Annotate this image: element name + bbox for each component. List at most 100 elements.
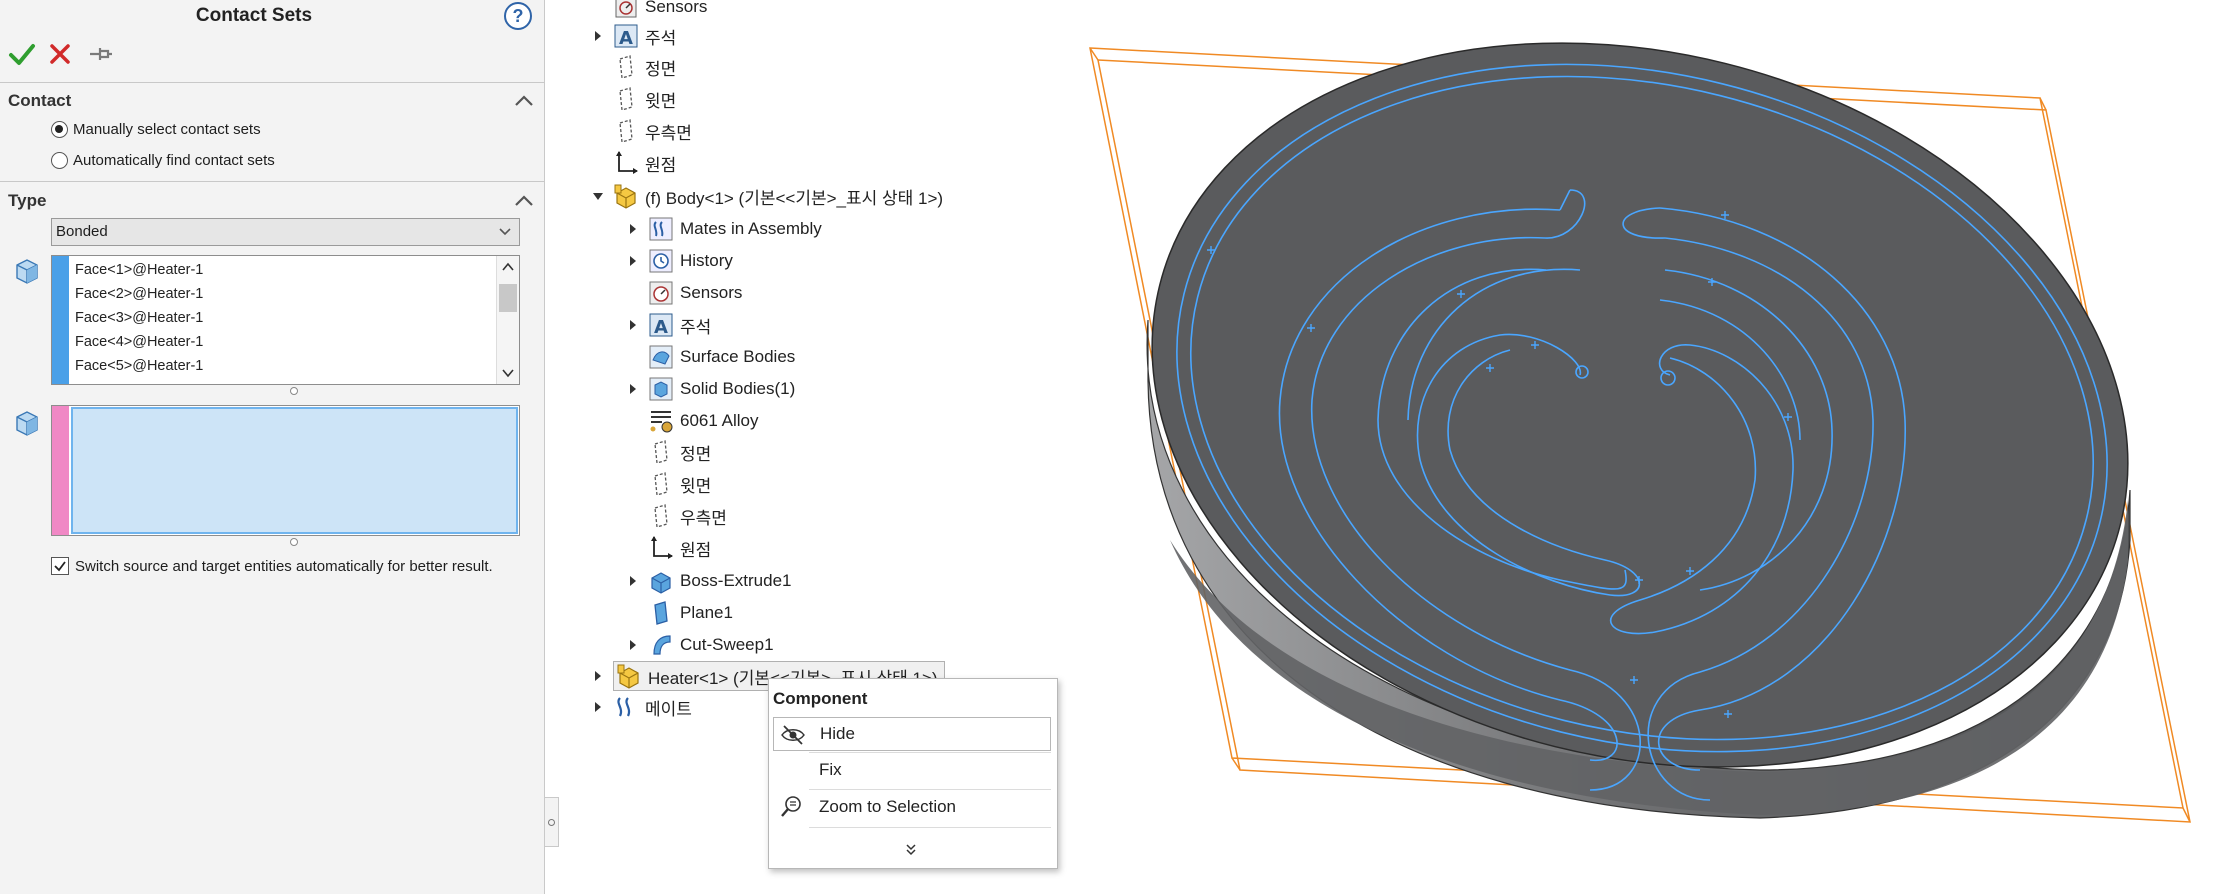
menu-item-zoom-to-selection[interactable]: Zoom to Selection bbox=[773, 790, 1051, 824]
plane-icon bbox=[654, 472, 668, 496]
tree-item-label: 우측면 bbox=[680, 508, 727, 528]
tree-item-plane1[interactable]: Plane1 bbox=[626, 598, 733, 628]
surface-bodies-icon bbox=[649, 345, 673, 369]
face-selection-icon bbox=[16, 411, 38, 436]
menu-item-fix[interactable]: Fix bbox=[773, 753, 1051, 787]
menu-item-label: Fix bbox=[819, 760, 842, 779]
tree-item-label: Cut-Sweep1 bbox=[680, 635, 774, 654]
set2-selection-field[interactable] bbox=[71, 407, 518, 534]
tree-item-top-plane[interactable]: 윗면 bbox=[591, 84, 676, 114]
list-item[interactable]: Face<4>@Heater-1 bbox=[75, 330, 203, 354]
sensors-icon bbox=[649, 281, 673, 305]
expand-arrow-icon[interactable] bbox=[591, 700, 605, 714]
radio-button[interactable] bbox=[51, 151, 68, 169]
radio-automatic[interactable]: Automatically find contact sets bbox=[51, 149, 275, 171]
tree-item-origin[interactable]: 원점 bbox=[591, 148, 676, 178]
tree-item-label: 원점 bbox=[680, 540, 712, 560]
menu-item-label: Zoom to Selection bbox=[819, 797, 957, 816]
expand-arrow-icon[interactable] bbox=[626, 254, 640, 268]
tree-item-front-plane[interactable]: 정면 bbox=[626, 437, 711, 467]
scroll-thumb[interactable] bbox=[499, 284, 517, 312]
tree-item-sensors[interactable]: Sensors bbox=[591, 0, 707, 22]
tree-item-label: History bbox=[680, 251, 733, 270]
tree-item-right-plane[interactable]: 우측면 bbox=[626, 501, 727, 531]
chevron-down-icon bbox=[499, 228, 511, 236]
scroll-up-icon[interactable] bbox=[502, 262, 514, 272]
menu-item-label: Hide bbox=[820, 724, 855, 743]
expand-arrow-icon[interactable] bbox=[626, 638, 640, 652]
tree-item-history[interactable]: History bbox=[626, 246, 733, 276]
list-item[interactable]: Face<2>@Heater-1 bbox=[75, 282, 203, 306]
radio-label: Manually select contact sets bbox=[73, 120, 261, 138]
tree-item-cut-sweep[interactable]: Cut-Sweep1 bbox=[626, 630, 774, 660]
tree-item-annotations[interactable]: A 주석 bbox=[591, 21, 676, 51]
plane-icon bbox=[619, 87, 633, 111]
radio-manual[interactable]: Manually select contact sets bbox=[51, 118, 261, 140]
tree-item-origin[interactable]: 원점 bbox=[626, 533, 711, 563]
tree-item-label: Sensors bbox=[680, 283, 743, 302]
collapse-caret-icon[interactable] bbox=[513, 94, 535, 108]
tree-item-top-plane[interactable]: 윗면 bbox=[626, 469, 711, 499]
tree-item-boss-extrude[interactable]: Boss-Extrude1 bbox=[626, 566, 792, 596]
solid-bodies-icon bbox=[649, 377, 673, 401]
cancel-x-icon[interactable] bbox=[46, 40, 74, 68]
expand-arrow-icon[interactable] bbox=[626, 382, 640, 396]
expand-arrow-icon[interactable] bbox=[591, 29, 605, 43]
set2-face-list[interactable] bbox=[51, 405, 520, 536]
list-item[interactable]: Face<5>@Heater-1 bbox=[75, 354, 203, 378]
tree-item-label: 메이트 bbox=[645, 699, 692, 719]
expand-arrow-icon[interactable] bbox=[626, 222, 640, 236]
mates-icon bbox=[649, 217, 673, 241]
tree-item-front-plane[interactable]: 정면 bbox=[591, 52, 676, 82]
tree-item-material[interactable]: 6061 Alloy bbox=[626, 406, 758, 436]
divider bbox=[0, 82, 545, 83]
tree-item-annotations[interactable]: A 주석 bbox=[626, 310, 711, 340]
list-item[interactable]: Face<3>@Heater-1 bbox=[75, 306, 203, 330]
tree-item-right-plane[interactable]: 우측면 bbox=[591, 116, 692, 146]
tree-item-label: 우측면 bbox=[645, 123, 692, 143]
tree-item-body-component[interactable]: (f) Body<1> (기본<<기본>_표시 상태 1>) bbox=[591, 181, 943, 211]
pin-icon[interactable] bbox=[86, 40, 114, 68]
expand-arrow-icon[interactable] bbox=[626, 318, 640, 332]
expand-more-icon[interactable] bbox=[899, 841, 923, 859]
collapse-caret-icon[interactable] bbox=[513, 194, 535, 208]
resize-grip-icon[interactable] bbox=[290, 538, 298, 546]
contact-type-select[interactable]: Bonded bbox=[51, 218, 520, 246]
part-icon bbox=[614, 184, 636, 209]
help-button[interactable]: ? bbox=[504, 2, 532, 30]
menu-divider bbox=[809, 827, 1051, 828]
zoom-icon bbox=[781, 796, 801, 817]
collapse-arrow-icon[interactable] bbox=[591, 189, 605, 203]
contact-section-title: Contact bbox=[8, 91, 72, 110]
panel-splitter-handle[interactable] bbox=[545, 797, 559, 847]
radio-button-checked[interactable] bbox=[51, 120, 68, 138]
list-scrollbar[interactable] bbox=[496, 256, 519, 384]
tree-item-mates-in-assembly[interactable]: Mates in Assembly bbox=[626, 214, 822, 244]
menu-item-hide[interactable]: Hide bbox=[773, 717, 1051, 751]
annotations-icon: A bbox=[649, 313, 673, 338]
mates-icon bbox=[617, 697, 631, 717]
plane-icon bbox=[654, 440, 668, 464]
list-item[interactable]: Face<1>@Heater-1 bbox=[75, 258, 203, 282]
history-icon bbox=[649, 249, 673, 273]
ok-check-icon[interactable] bbox=[8, 40, 36, 68]
set1-face-list[interactable]: Face<1>@Heater-1 Face<2>@Heater-1 Face<3… bbox=[51, 255, 520, 385]
sensors-icon bbox=[615, 0, 637, 18]
resize-grip-icon[interactable] bbox=[290, 387, 298, 395]
graphics-viewport[interactable] bbox=[1060, 0, 2221, 894]
tree-item-label: Surface Bodies bbox=[680, 347, 796, 366]
origin-icon bbox=[651, 536, 673, 559]
tree-item-solid-bodies[interactable]: Solid Bodies(1) bbox=[626, 374, 795, 404]
splitter-grip-icon[interactable] bbox=[548, 819, 555, 826]
tree-item-label: 윗면 bbox=[645, 91, 677, 111]
scroll-down-icon[interactable] bbox=[502, 368, 514, 378]
tree-item-sensors[interactable]: Sensors bbox=[626, 278, 742, 308]
tree-item-mates[interactable]: 메이트 bbox=[591, 692, 692, 722]
switch-entities-option[interactable]: Switch source and target entities automa… bbox=[51, 557, 493, 575]
expand-arrow-icon[interactable] bbox=[626, 574, 640, 588]
tree-item-label: Sensors bbox=[645, 0, 708, 16]
switch-checkbox[interactable] bbox=[51, 557, 69, 575]
expand-arrow-icon[interactable] bbox=[591, 669, 605, 683]
tree-item-label: 원점 bbox=[645, 155, 677, 175]
tree-item-surface-bodies[interactable]: Surface Bodies bbox=[626, 342, 795, 372]
